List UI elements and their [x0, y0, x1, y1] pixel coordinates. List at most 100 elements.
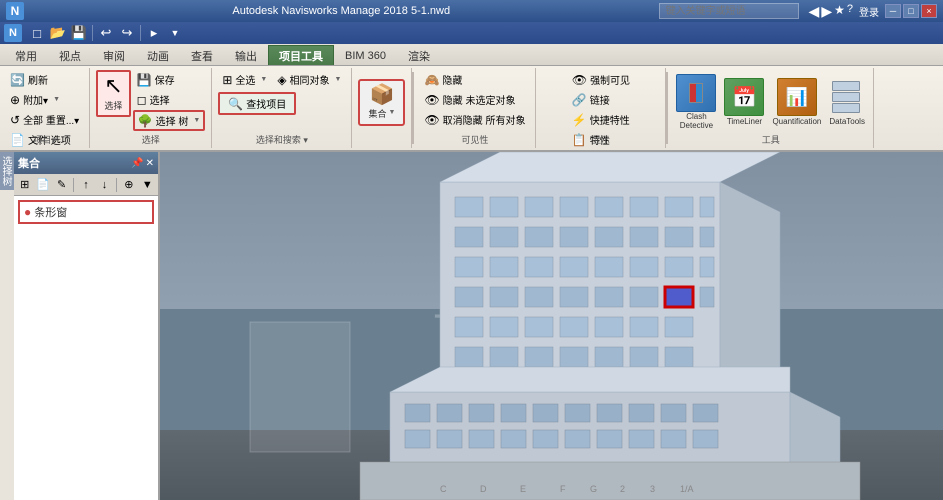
- building-svg: C D E F G 2 3 1/A: [160, 152, 943, 500]
- select-all-btn[interactable]: ⊞ 全选 ▼: [218, 70, 271, 89]
- viewport-3d[interactable]: TUITUISOFT 腿腿教学网: [160, 152, 943, 500]
- help-btn[interactable]: ?: [847, 3, 853, 20]
- minimize-btn[interactable]: ─: [885, 4, 901, 18]
- link-btn[interactable]: 🔗 链接: [568, 90, 614, 109]
- timeliner-icon: 📅: [724, 78, 764, 116]
- force-vis-label: 强制可见: [590, 72, 630, 87]
- panel-close-btn[interactable]: ✕: [146, 158, 154, 169]
- search-input[interactable]: [659, 3, 799, 19]
- visibility-group: 🙈 隐藏 👁 隐藏 未选定对象 👁 取消隐藏 所有对象 可见性: [414, 68, 536, 148]
- title-bar: N Autodesk Navisworks Manage 2018 5-1.nw…: [0, 0, 943, 22]
- close-btn[interactable]: ×: [921, 4, 937, 18]
- pt-btn5[interactable]: ↓: [96, 177, 113, 193]
- pt-btn3[interactable]: ✎: [53, 177, 70, 193]
- tab-output[interactable]: 输出: [224, 45, 268, 65]
- svg-text:D: D: [480, 484, 487, 494]
- pt-btn7[interactable]: ▼: [139, 177, 156, 193]
- select-same-label: 选择: [150, 92, 170, 107]
- clash-detective-btn[interactable]: ClashDetective: [674, 72, 718, 133]
- quick-prop-btn[interactable]: ⚡ 快捷特性: [568, 110, 634, 129]
- toolbar-sep2: [116, 178, 117, 192]
- vertical-select-tree-tab[interactable]: 选择树: [0, 152, 14, 190]
- left-panel: 选择树 集合 📌 ✕ ⊞ 📄 ✎ ↑ ↓ ⊕ ▼ ● 条形窗: [0, 152, 160, 500]
- tree-item-icon: ●: [24, 205, 31, 219]
- svg-text:1/A: 1/A: [680, 484, 694, 494]
- append-label: 附加▾: [23, 92, 48, 107]
- window-title: Autodesk Navisworks Manage 2018 5-1.nwd: [24, 5, 659, 17]
- save-btn[interactable]: 💾: [69, 24, 89, 42]
- quantification-btn[interactable]: 📊 Quantification: [770, 76, 823, 128]
- maximize-btn[interactable]: □: [903, 4, 919, 18]
- more-qa-btn[interactable]: ▼: [165, 24, 185, 42]
- quick-prop-icon: ⚡: [572, 113, 587, 127]
- svg-text:2: 2: [620, 484, 625, 494]
- select-group: ↖ 选择 💾 保存 ◻ 选择 🌳 选择 树 ▼ 选择: [90, 68, 212, 148]
- play-btn[interactable]: ▸: [144, 24, 164, 42]
- hide-btn[interactable]: 🙈 隐藏: [420, 70, 466, 89]
- select-tree-btn[interactable]: 🌳 选择 树 ▼: [133, 110, 206, 131]
- same-object-btn[interactable]: ◈ 相同对象 ▼: [273, 70, 345, 89]
- select-all-dd[interactable]: ▼: [260, 76, 267, 83]
- tab-render[interactable]: 渲染: [397, 45, 441, 65]
- pt-btn6[interactable]: ⊕: [120, 177, 137, 193]
- same-obj-dd[interactable]: ▼: [335, 76, 342, 83]
- more-tools-icon: [832, 78, 862, 116]
- new-btn[interactable]: □: [27, 24, 47, 42]
- save-select-btn[interactable]: 💾 保存: [133, 70, 206, 89]
- append-icon: ⊕: [10, 93, 20, 107]
- append-btn[interactable]: ⊕ 附加▾ ▼: [6, 90, 64, 109]
- tab-normal[interactable]: 常用: [4, 45, 48, 65]
- tree-item-0[interactable]: ● 条形窗: [18, 200, 154, 224]
- quant-glyph: 📊: [786, 87, 808, 108]
- redo-btn[interactable]: ↪: [117, 24, 137, 42]
- timeliner-btn[interactable]: 📅 TimeLiner: [722, 76, 766, 128]
- undo-btn[interactable]: ↩: [96, 24, 116, 42]
- navisworks-logo-btn[interactable]: N: [4, 24, 22, 42]
- force-visible-btn[interactable]: 👁 强制可见: [568, 70, 634, 89]
- select-tree-label: 选择 树: [156, 113, 189, 128]
- svg-text:E: E: [520, 484, 526, 494]
- refresh-icon: 🔄: [10, 73, 25, 87]
- select-large-btn[interactable]: ↖ 选择: [96, 70, 130, 117]
- clash-split-icon: [689, 83, 703, 103]
- main-area: 选择树 集合 📌 ✕ ⊞ 📄 ✎ ↑ ↓ ⊕ ▼ ● 条形窗: [0, 152, 943, 500]
- tab-project-tools[interactable]: 项目工具: [268, 45, 334, 65]
- more-tools-btn[interactable]: DataTools: [827, 76, 867, 128]
- select-all-icon: ⊞: [222, 73, 232, 87]
- pt-btn1[interactable]: ⊞: [16, 177, 33, 193]
- display-group-label: 显示: [592, 133, 610, 146]
- refresh-btn[interactable]: 🔄 刷新: [6, 70, 52, 89]
- hide-icon: 🙈: [424, 73, 439, 87]
- same-obj-label: 相同对象: [290, 72, 330, 87]
- tab-view[interactable]: 查看: [180, 45, 224, 65]
- quick-access-toolbar: N □ 📂 💾 ↩ ↪ ▸ ▼: [0, 22, 943, 44]
- find-item-btn[interactable]: 🔍 查找项目: [218, 92, 296, 115]
- hide-unselected-btn[interactable]: 👁 隐藏 未选定对象: [420, 90, 519, 109]
- tab-bim360[interactable]: BIM 360: [334, 45, 397, 65]
- select-tree-dd[interactable]: ▼: [193, 117, 200, 124]
- tab-viewpoint[interactable]: 视点: [48, 45, 92, 65]
- nav-next[interactable]: ▶: [821, 3, 832, 20]
- select-all-label: 全选: [235, 72, 255, 87]
- jihe-dd[interactable]: ▼: [389, 109, 396, 116]
- show-all-btn[interactable]: 👁 取消隐藏 所有对象: [420, 110, 529, 129]
- pt-btn2[interactable]: 📄: [34, 177, 51, 193]
- open-btn[interactable]: 📂: [48, 24, 68, 42]
- select-same-btn[interactable]: ◻ 选择: [133, 90, 206, 109]
- nav-prev[interactable]: ◀: [809, 3, 820, 20]
- props-icon: 📋: [572, 133, 587, 147]
- link-icon: 🔗: [572, 93, 587, 107]
- project-group: 🔄 刷新 ⊕ 附加▾ ▼ ↺ 全部 重置...▾ 📄 文件 选项 项目▾: [0, 68, 90, 148]
- append-dd[interactable]: ▼: [53, 96, 60, 103]
- star-btn[interactable]: ★: [834, 3, 845, 20]
- jihe-btn[interactable]: 📦 集合 ▼: [358, 79, 405, 126]
- tab-review[interactable]: 审阅: [92, 45, 136, 65]
- pt-btn4[interactable]: ↑: [77, 177, 94, 193]
- panel-pin-btn[interactable]: 📌: [131, 158, 143, 169]
- force-vis-icon: 👁: [572, 73, 587, 87]
- visibility-group-label: 可见性: [461, 133, 488, 146]
- tab-animation[interactable]: 动画: [136, 45, 180, 65]
- reset-all-btn[interactable]: ↺ 全部 重置...▾: [6, 110, 83, 129]
- login-btn[interactable]: 登录: [859, 4, 879, 19]
- file-icon: 📄: [10, 133, 25, 147]
